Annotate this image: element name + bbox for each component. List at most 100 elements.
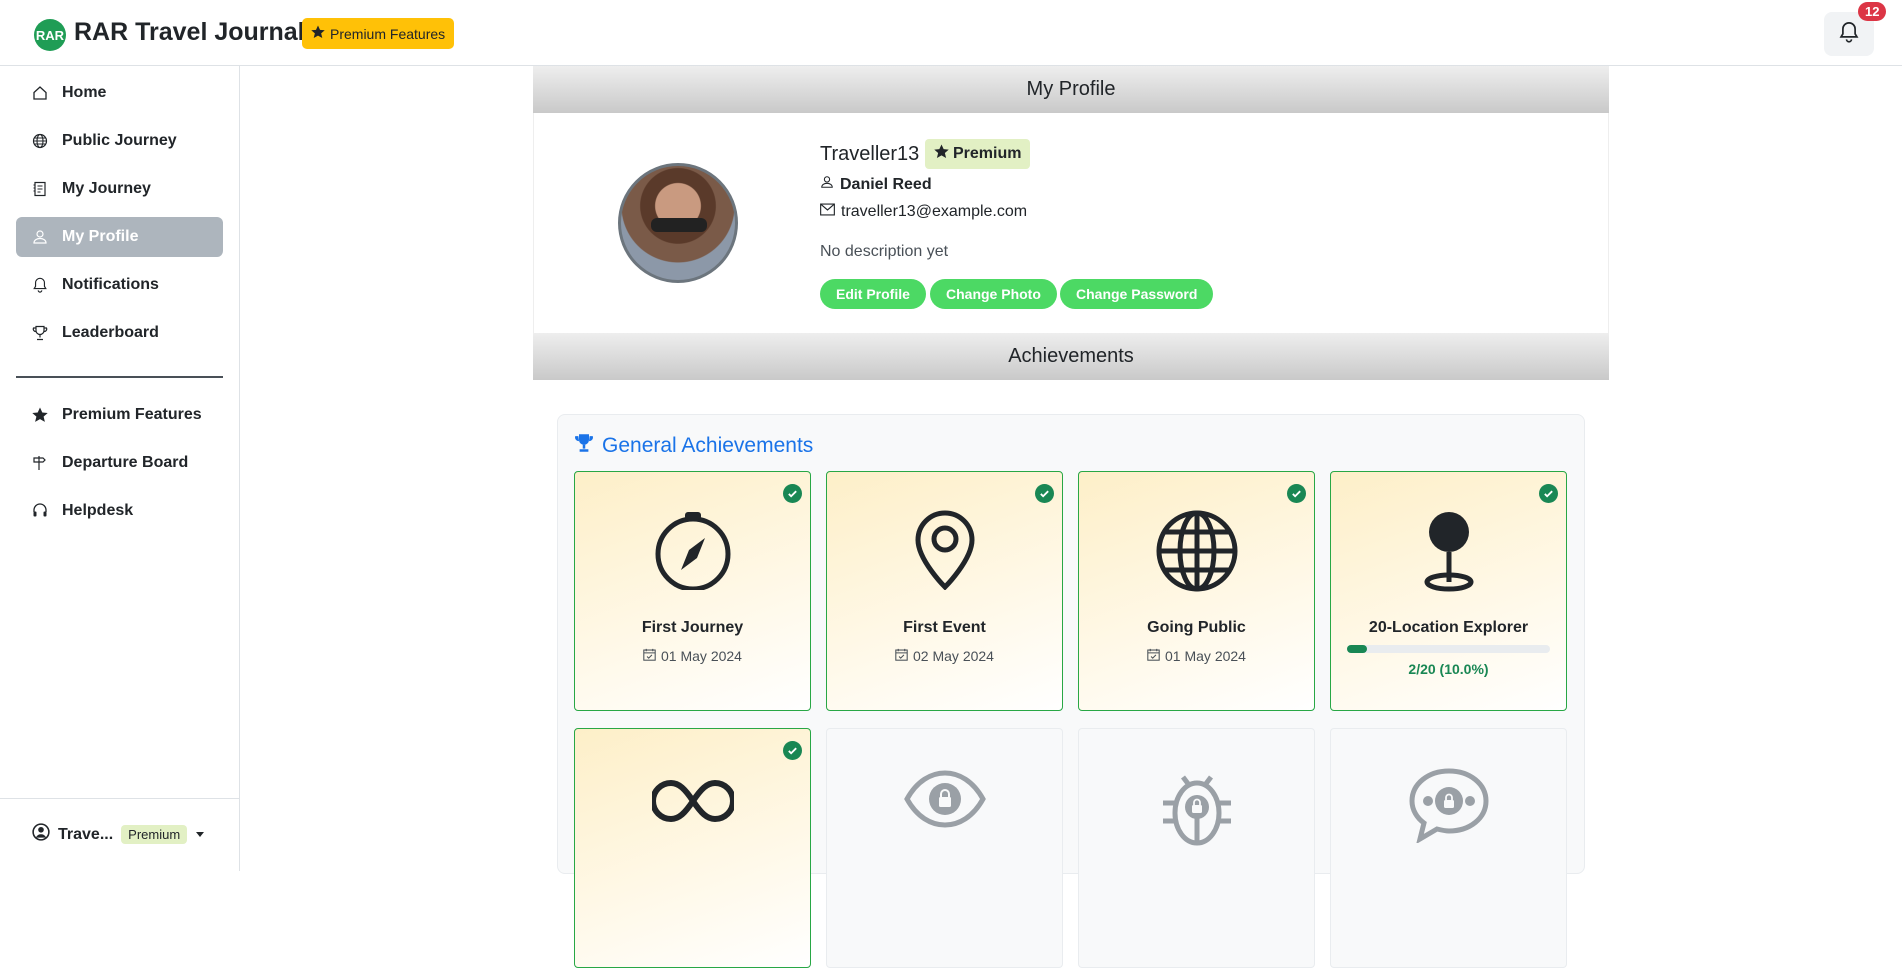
profile-email: traveller13@example.com — [820, 203, 1027, 221]
sidebar-item-public-journey[interactable]: Public Journey — [16, 121, 223, 161]
achievement-title: 20-Location Explorer — [1368, 619, 1529, 636]
achievements-section-header: Achievements — [533, 333, 1609, 380]
achievement-title: First Journey — [641, 619, 744, 636]
general-achievements-title: General Achievements — [574, 433, 813, 459]
achievement-date-text: 01 May 2024 — [661, 648, 742, 664]
achievement-tile-first-journey[interactable]: First Journey 01 May 2024 — [574, 471, 811, 711]
sidebar-item-home[interactable]: Home — [16, 73, 223, 113]
bell-icon — [32, 277, 48, 293]
edit-profile-button[interactable]: Edit Profile — [820, 279, 926, 309]
journal-icon — [32, 181, 48, 197]
main-content: My Profile Traveller13 Premium Daniel Re… — [533, 66, 1609, 968]
pushpin-icon — [1331, 510, 1566, 592]
sidebar-item-departure-board[interactable]: Departure Board — [16, 443, 223, 483]
premium-features-label: Premium Features — [330, 25, 446, 42]
achievement-title: Going Public — [1147, 619, 1246, 636]
caret-down-icon — [195, 826, 205, 844]
sidebar-item-my-profile[interactable]: My Profile — [16, 217, 223, 257]
person-icon — [820, 175, 834, 194]
sidebar-item-notifications[interactable]: Notifications — [16, 265, 223, 305]
sidebar-item-label: My Journey — [62, 180, 151, 197]
achievement-date-text: 01 May 2024 — [1165, 648, 1246, 664]
profile-description: No description yet — [820, 243, 949, 260]
star-icon — [32, 407, 48, 423]
progress-fill — [1347, 645, 1368, 653]
sidebar-item-my-journey[interactable]: My Journey — [16, 169, 223, 209]
email-text: traveller13@example.com — [841, 203, 1028, 220]
achievement-tile-locked-bug[interactable] — [1078, 728, 1315, 968]
check-icon — [1287, 484, 1306, 503]
profile-card: Traveller13 Premium Daniel Reed travelle… — [533, 113, 1609, 333]
change-photo-button[interactable]: Change Photo — [930, 279, 1057, 309]
achievement-tile-going-public[interactable]: Going Public 01 May 2024 — [1078, 471, 1315, 711]
star-icon — [934, 144, 949, 164]
calendar-check-icon — [643, 648, 656, 664]
user-menu-dropdown[interactable]: Trave... Premium — [32, 823, 205, 846]
achievement-title: First Event — [903, 619, 986, 636]
full-name-text: Daniel Reed — [840, 175, 932, 193]
achievement-progress-text: 2/20 (10.0%) — [1408, 661, 1489, 677]
trophy-icon — [32, 325, 48, 341]
premium-badge: Premium — [925, 139, 1031, 169]
achievement-tile-locked-chat[interactable] — [1330, 728, 1567, 968]
signpost-icon — [32, 455, 48, 471]
user-circle-icon — [32, 823, 50, 846]
star-icon — [311, 25, 325, 42]
sidebar-item-label: Helpdesk — [62, 502, 134, 519]
check-icon — [1539, 484, 1558, 503]
profile-username: Traveller13 — [820, 143, 920, 165]
sidebar-item-label: Departure Board — [62, 454, 189, 471]
globe-icon — [32, 133, 48, 149]
app-logo[interactable]: RAR — [34, 19, 66, 51]
achievement-tile-locked-eye[interactable] — [826, 728, 1063, 968]
sidebar-item-helpdesk[interactable]: Helpdesk — [16, 491, 223, 531]
sidebar-item-label: Leaderboard — [62, 324, 159, 341]
achievement-tile-infinity[interactable] — [574, 728, 811, 968]
location-pin-icon — [827, 510, 1062, 590]
chat-lock-icon — [1331, 767, 1566, 843]
sidebar-item-label: Notifications — [62, 276, 159, 293]
sidebar-item-label: Home — [62, 84, 107, 101]
globe-icon — [1079, 510, 1314, 592]
sidebar: Home Public Journey My Journey My Profil… — [0, 66, 240, 871]
achievement-date-text: 02 May 2024 — [913, 648, 994, 664]
calendar-check-icon — [1147, 648, 1160, 664]
profile-full-name: Daniel Reed — [820, 175, 932, 194]
achievement-date: 01 May 2024 — [575, 648, 810, 664]
trophy-icon — [574, 433, 594, 459]
sidebar-footer: Trave... Premium — [0, 798, 240, 871]
avatar-glasses — [651, 218, 707, 232]
top-navbar: RAR RAR Travel Journal Premium Features … — [0, 0, 1902, 66]
achievement-date: 01 May 2024 — [1079, 648, 1314, 664]
sidebar-item-label: My Profile — [62, 228, 139, 245]
calendar-check-icon — [895, 648, 908, 664]
achievement-tile-20-location-explorer[interactable]: 20-Location Explorer 2/20 (10.0%) — [1330, 471, 1567, 711]
compass-icon — [575, 510, 810, 590]
profile-section-header: My Profile — [533, 66, 1609, 113]
premium-features-button[interactable]: Premium Features — [302, 18, 455, 49]
sidebar-item-label: Public Journey — [62, 132, 177, 149]
sidebar-item-label: Premium Features — [62, 406, 202, 423]
premium-badge-label: Premium — [953, 145, 1022, 162]
premium-badge: Premium — [121, 825, 188, 844]
sidebar-item-premium-features[interactable]: Premium Features — [16, 395, 223, 435]
profile-avatar — [618, 163, 738, 283]
envelope-icon — [820, 203, 835, 221]
sidebar-item-leaderboard[interactable]: Leaderboard — [16, 313, 223, 353]
general-achievements-panel: General Achievements First Journey 01 Ma… — [557, 414, 1585, 968]
achievement-date: 02 May 2024 — [827, 648, 1062, 664]
change-password-button[interactable]: Change Password — [1060, 279, 1214, 309]
person-icon — [32, 229, 48, 245]
infinity-icon — [575, 779, 810, 823]
app-title[interactable]: RAR Travel Journal — [74, 18, 305, 47]
notification-count-badge: 12 — [1858, 2, 1887, 21]
sidebar-divider — [16, 376, 223, 378]
group-title-text: General Achievements — [602, 434, 814, 457]
user-short-name: Trave... — [58, 825, 114, 843]
home-icon — [32, 85, 48, 101]
achievement-progress-bar — [1347, 645, 1550, 653]
achievement-tile-first-event[interactable]: First Event 02 May 2024 — [826, 471, 1063, 711]
bell-icon — [1839, 21, 1859, 48]
check-icon — [783, 484, 802, 503]
eye-lock-icon — [827, 769, 1062, 829]
